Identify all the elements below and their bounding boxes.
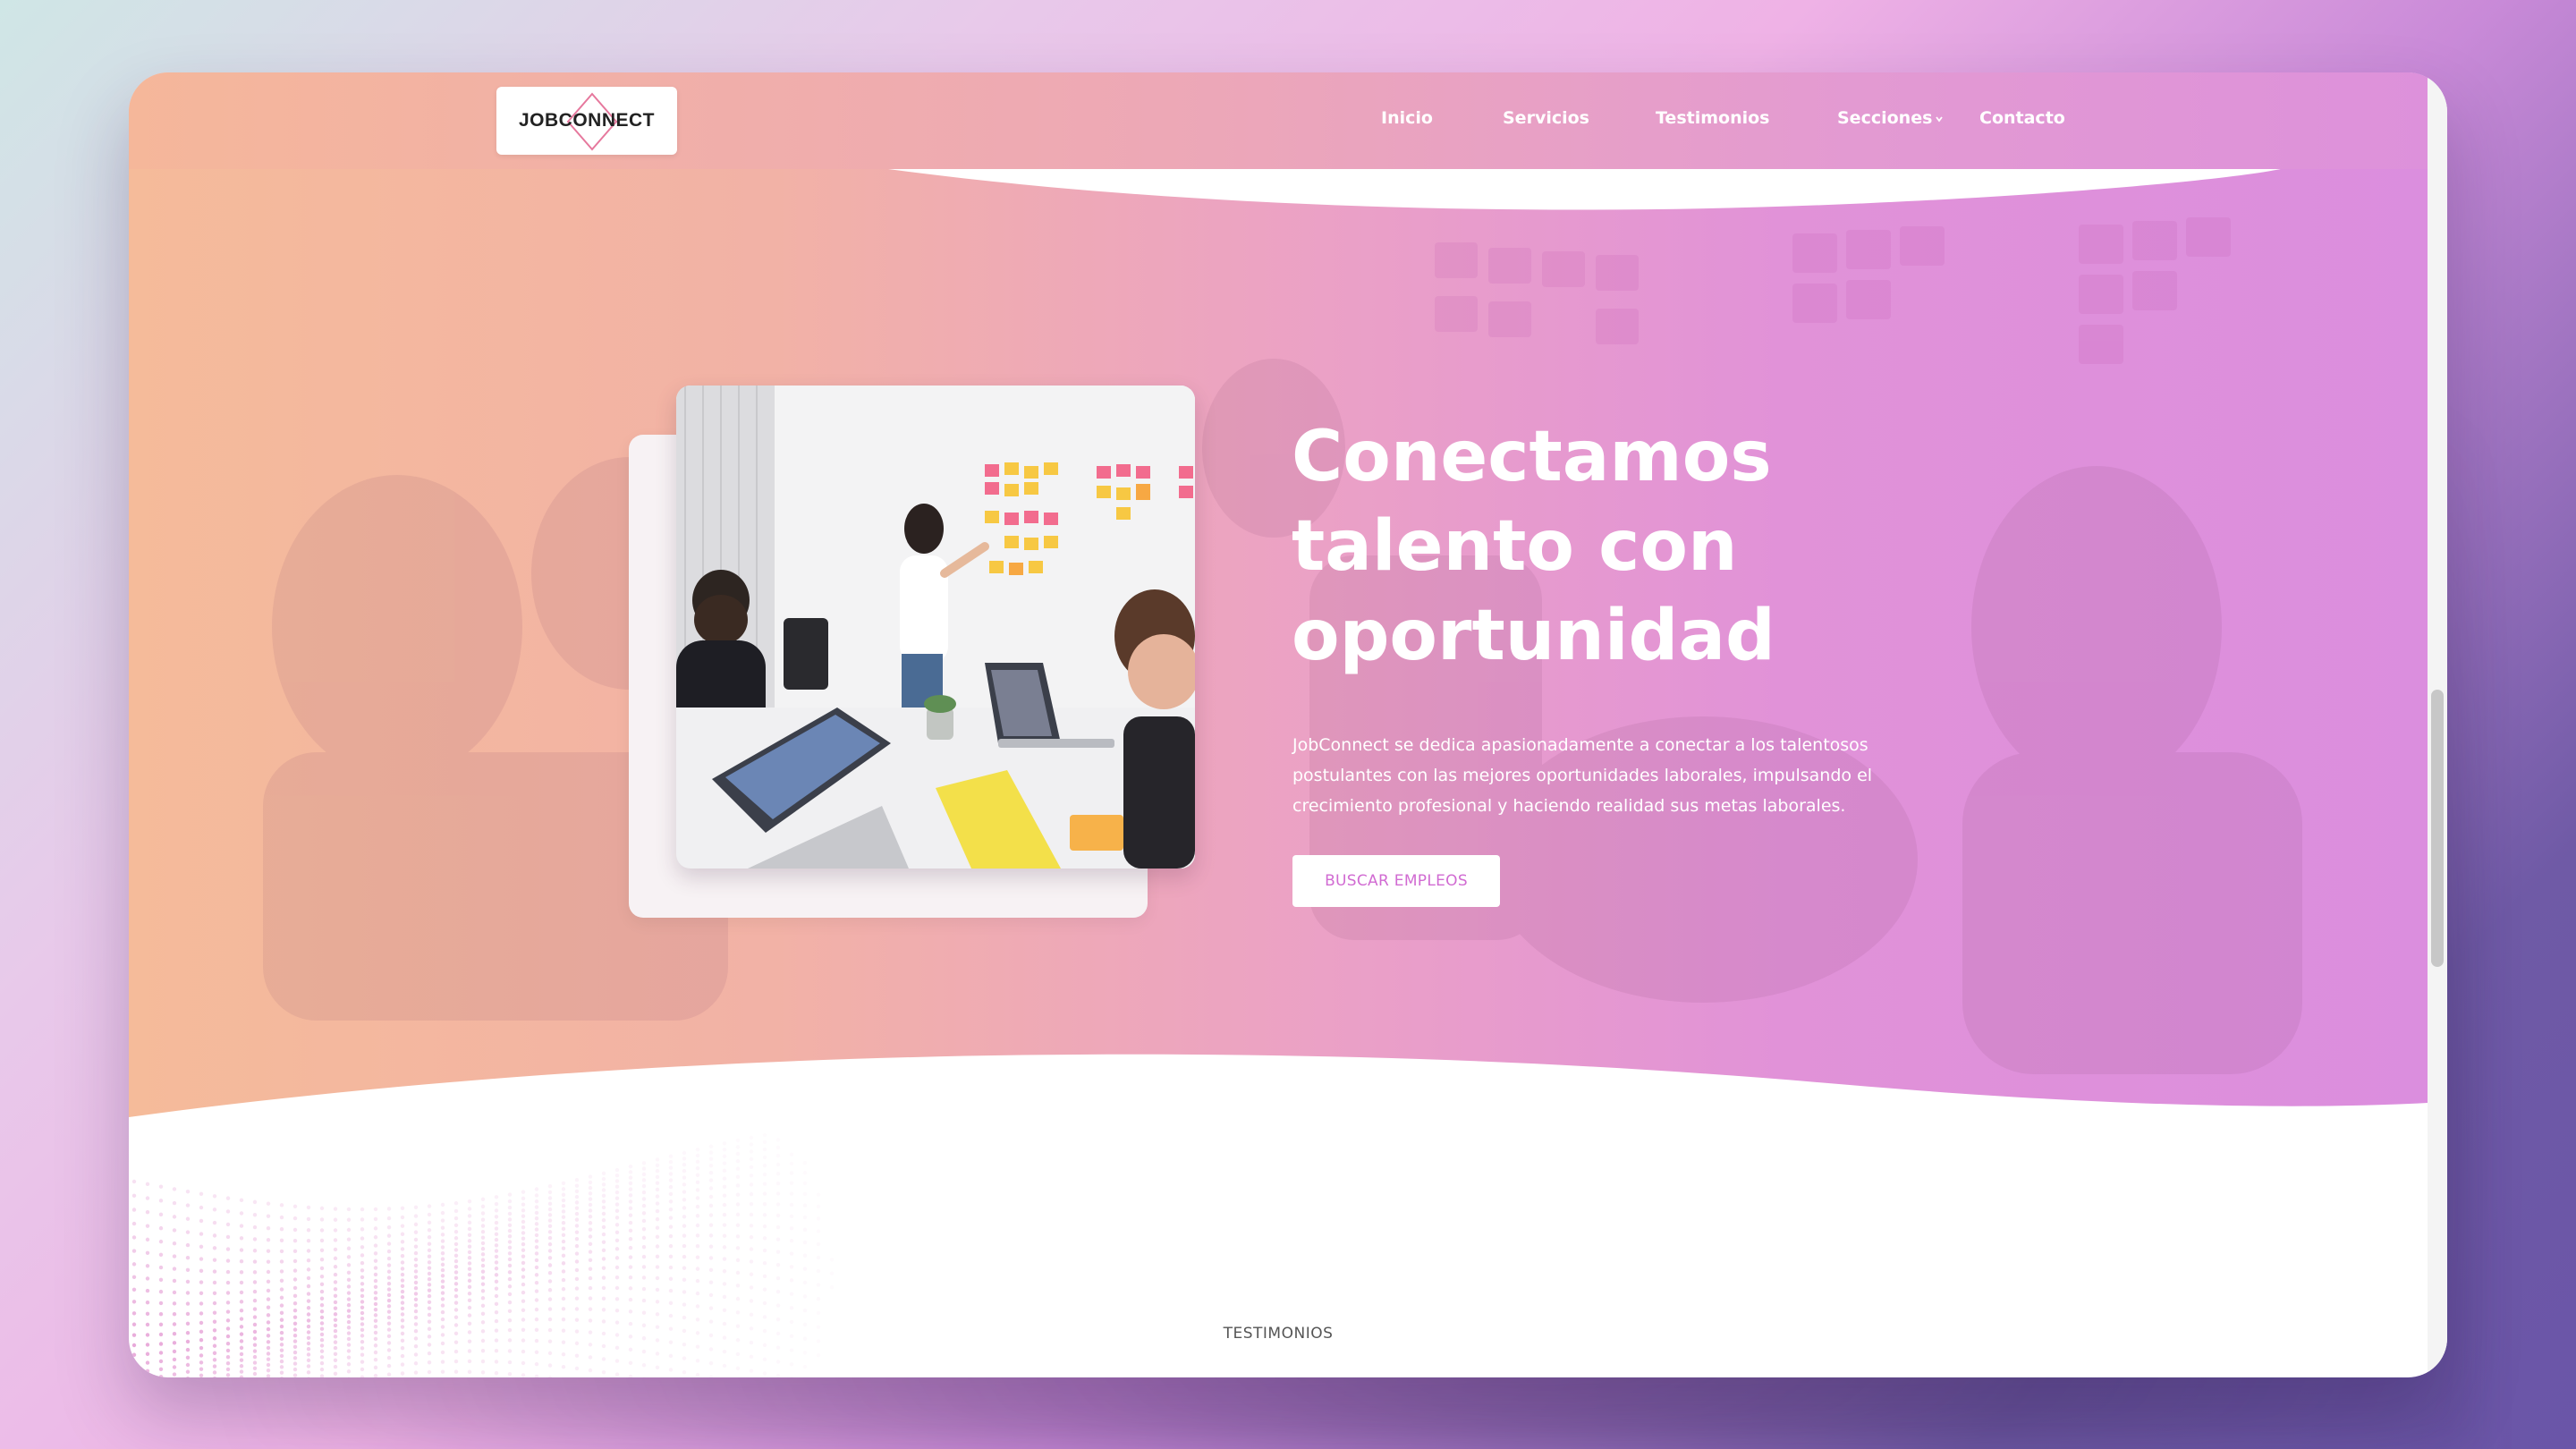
nav-secciones-label: Secciones — [1837, 108, 1933, 128]
hero-description: JobConnect se dedica apasionadamente a c… — [1292, 735, 1873, 816]
site-header: JOBCONNECT Inicio Servicios Testimonios … — [129, 72, 2428, 169]
main-nav: Inicio Servicios Testimonios Secciones C… — [129, 108, 2428, 135]
office-meeting-illustration — [676, 386, 1195, 869]
hero-image — [676, 386, 1195, 869]
hero-headline-line-1: Conectamos — [1292, 417, 1772, 497]
chevron-down-icon — [1936, 115, 1944, 122]
header-bottom-wave — [862, 165, 2293, 210]
search-jobs-button[interactable]: BUSCAR EMPLEOS — [1292, 855, 1500, 907]
hero-background-texture — [263, 217, 2302, 1074]
hero-headline: Conectamos talento con oportunidad — [1292, 412, 1918, 681]
nav-testimonios[interactable]: Testimonios — [1656, 108, 1769, 128]
hero-headline-line-2: talento con — [1292, 506, 1738, 587]
browser-window: Conectamos talento con oportunidad JobCo… — [129, 72, 2447, 1377]
hero-section: Conectamos talento con oportunidad JobCo… — [129, 72, 2428, 1135]
nav-servicios[interactable]: Servicios — [1503, 108, 1589, 128]
nav-contacto[interactable]: Contacto — [1979, 108, 2065, 128]
hero-bottom-wave — [129, 1054, 2428, 1135]
testimonials-section-label: TESTIMONIOS — [1223, 1325, 1334, 1343]
nav-inicio[interactable]: Inicio — [1381, 108, 1433, 128]
testimonials-title-peek — [1041, 1360, 1578, 1377]
hero-headline-line-3: oportunidad — [1292, 596, 1775, 676]
nav-secciones[interactable]: Secciones — [1837, 108, 1944, 128]
scrollbar[interactable] — [2428, 72, 2447, 1377]
scrollbar-thumb[interactable] — [2431, 690, 2444, 967]
